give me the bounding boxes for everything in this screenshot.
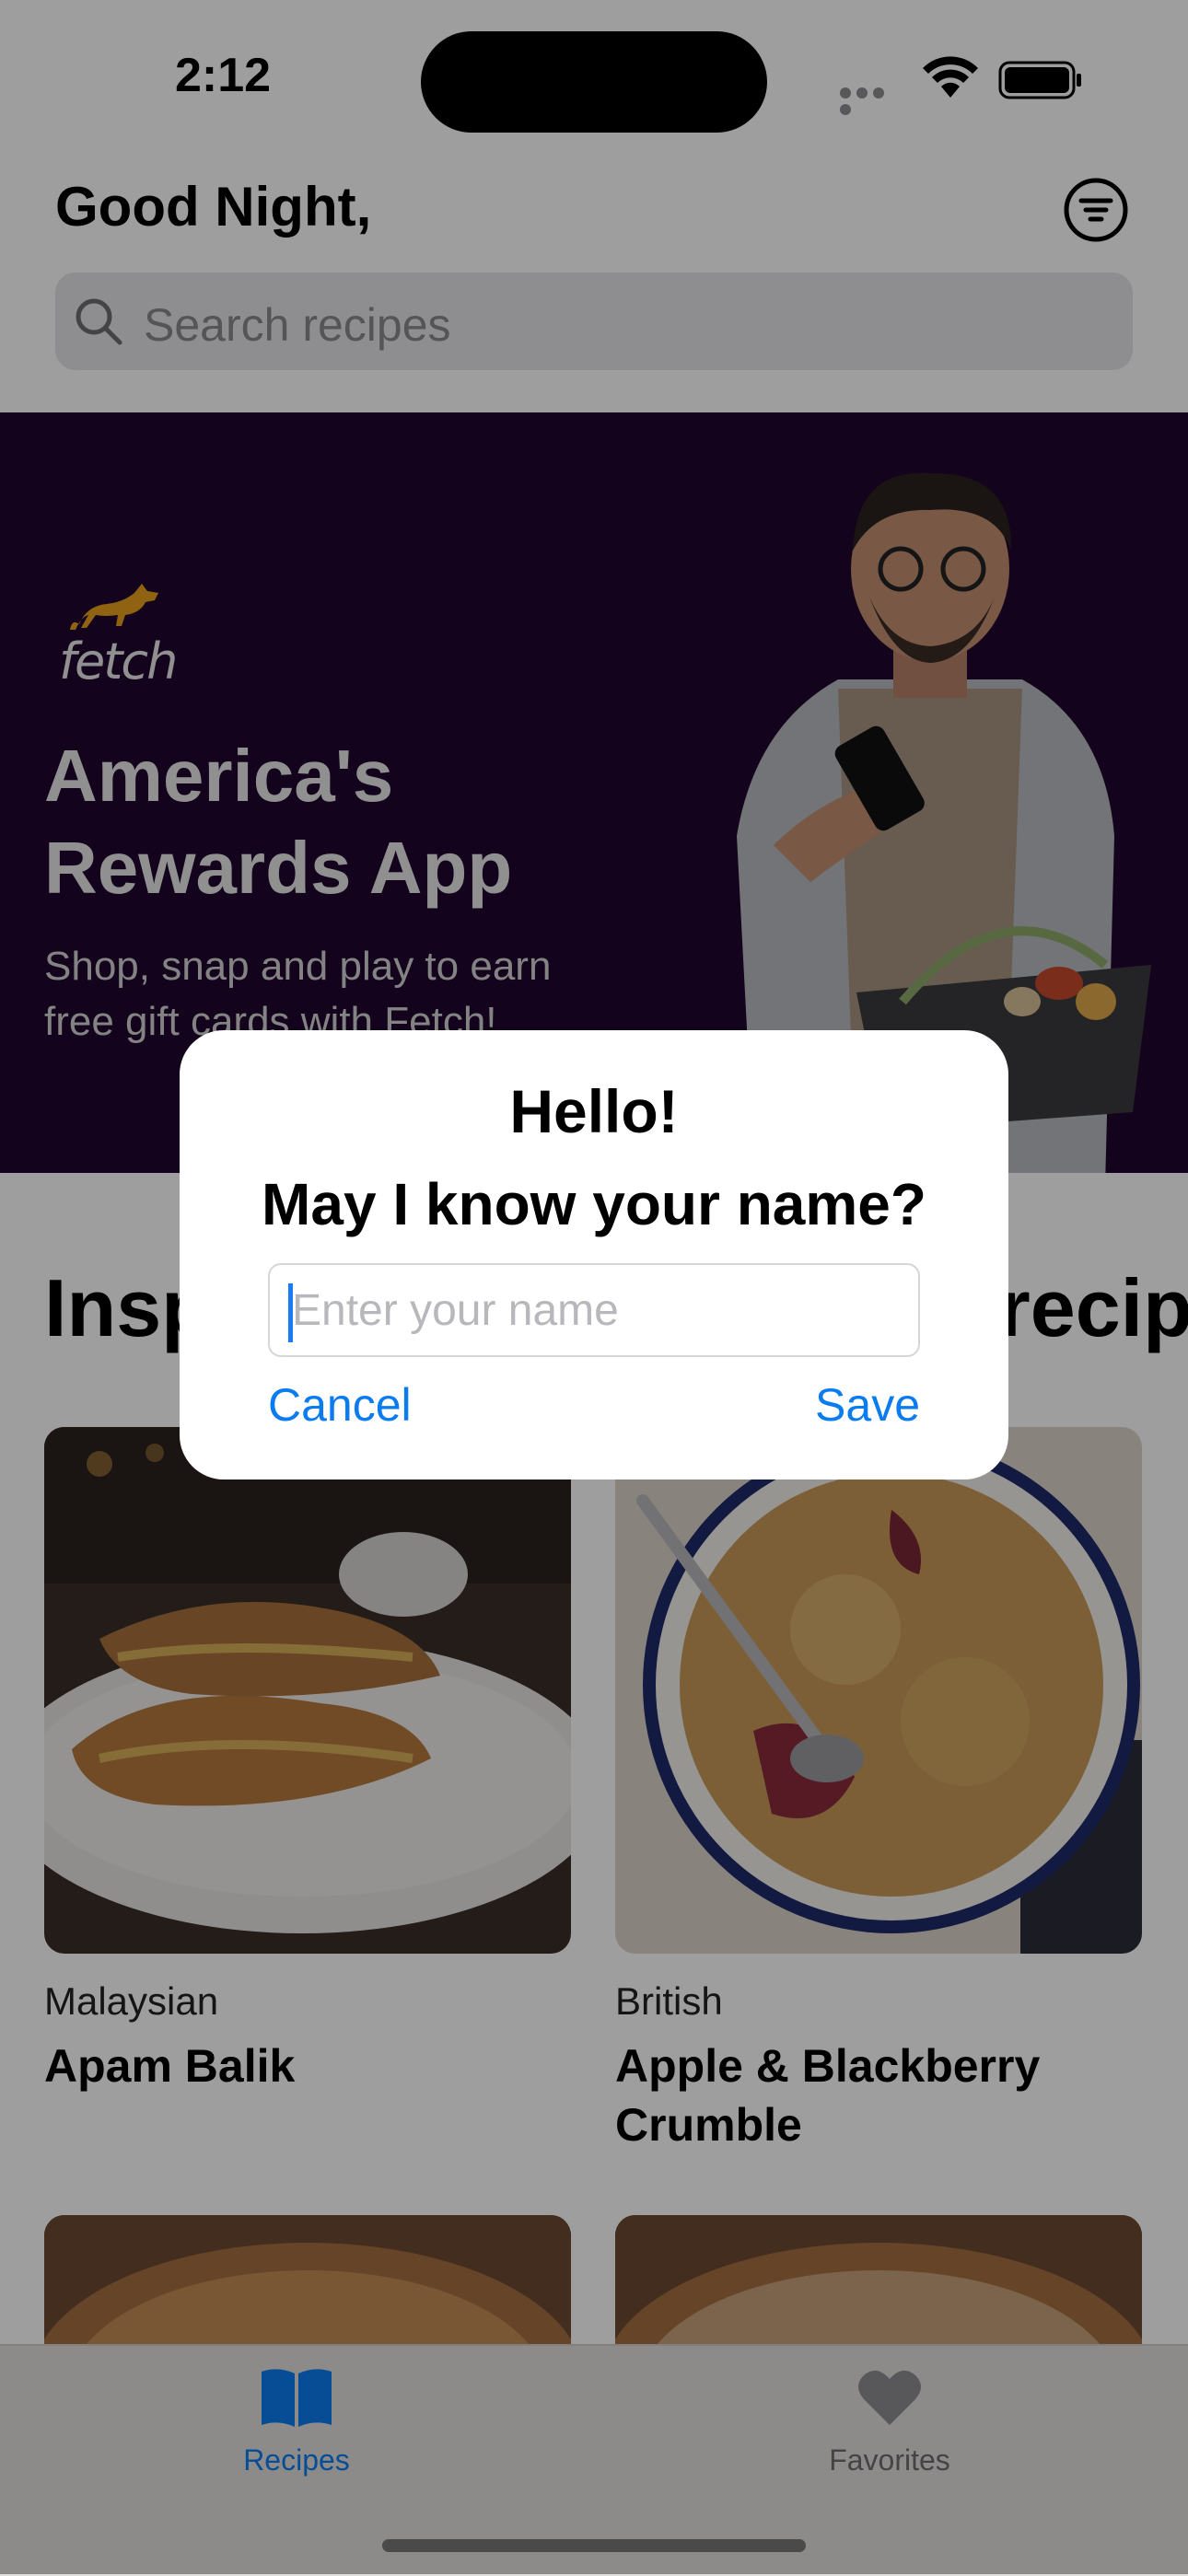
dialog-message: May I know your name? [262, 1171, 926, 1237]
save-button[interactable]: Save [815, 1378, 920, 1432]
name-prompt-dialog: Hello! May I know your name? Enter your … [180, 1030, 1008, 1479]
name-input[interactable]: Enter your name [268, 1263, 920, 1357]
cancel-button[interactable]: Cancel [268, 1378, 412, 1432]
name-input-placeholder: Enter your name [292, 1286, 619, 1335]
dialog-title: Hello! [509, 1077, 679, 1145]
home-indicator[interactable] [382, 2539, 806, 2552]
